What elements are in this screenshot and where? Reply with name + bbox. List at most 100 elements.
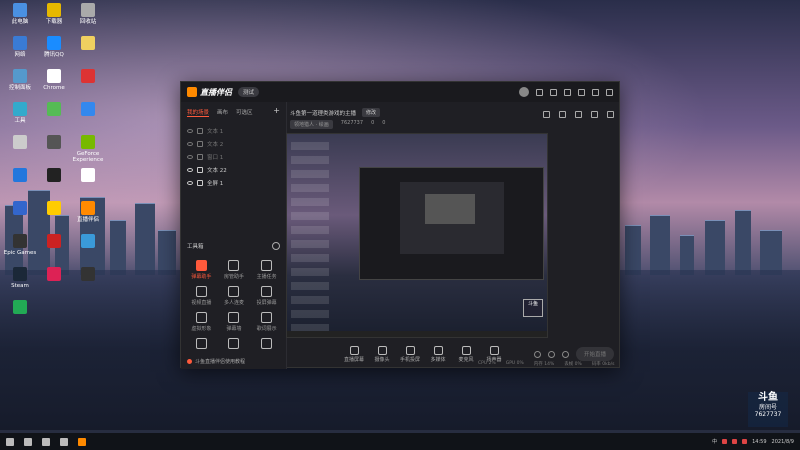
desktop-icon[interactable] <box>2 135 38 151</box>
lock-icon[interactable] <box>197 179 203 186</box>
source-phone[interactable]: 手机投屏 <box>396 345 424 363</box>
tray-icon[interactable] <box>722 439 728 444</box>
desktop-icon[interactable]: 工具 <box>2 102 38 124</box>
scene-item[interactable]: 文本 22 <box>187 163 280 176</box>
settings-icon[interactable] <box>575 111 582 118</box>
desktop-icon[interactable]: 控制面板 <box>2 69 38 91</box>
scene-item[interactable]: 文本 1 <box>187 124 280 137</box>
tool-lyrics[interactable]: 歌词展示 <box>250 312 283 332</box>
desktop-icon[interactable] <box>36 267 72 283</box>
eye-icon[interactable] <box>187 141 193 146</box>
close-icon[interactable] <box>606 88 613 96</box>
record-icon[interactable] <box>533 350 541 358</box>
source-screen[interactable]: 直播屏幕 <box>340 345 368 363</box>
desktop-icon[interactable] <box>36 201 72 217</box>
desktop-icon[interactable] <box>36 234 72 250</box>
tab-my-scenes[interactable]: 我的场景 <box>187 108 210 117</box>
desktop-icon[interactable] <box>70 234 106 250</box>
more-tools-icon[interactable] <box>272 242 280 250</box>
lock-icon[interactable] <box>197 166 203 173</box>
desktop-icon[interactable]: 回收站 <box>70 3 106 25</box>
desktop-icon[interactable]: 下载器 <box>36 3 72 25</box>
desktop-icon[interactable] <box>70 69 106 85</box>
tutorial-link[interactable]: 斗鱼直播伴侣使用教程 <box>187 358 245 365</box>
share-icon[interactable] <box>607 111 614 118</box>
tool-extra-3[interactable] <box>250 338 283 351</box>
desktop-icon[interactable] <box>36 102 72 118</box>
clock-time[interactable]: 14:59 <box>752 439 766 445</box>
gift-icon[interactable] <box>543 111 550 118</box>
message-icon[interactable] <box>536 88 543 96</box>
clock-date[interactable]: 2021/8/9 <box>772 439 794 445</box>
minimize-icon[interactable] <box>578 88 585 96</box>
tray-icon[interactable] <box>742 439 748 444</box>
desktop-icon[interactable] <box>70 168 106 184</box>
tool-cast-danmu[interactable]: 投屏弹幕 <box>250 286 283 306</box>
tool-danmu-wall[interactable]: 弹幕墙 <box>218 312 251 332</box>
windows-start-icon[interactable] <box>6 437 14 446</box>
eye-icon[interactable] <box>187 180 193 185</box>
desktop-icon[interactable] <box>2 201 38 217</box>
start-live-button[interactable]: 开始直播 <box>575 347 614 361</box>
tool-video-live[interactable]: 视频直播 <box>185 286 218 306</box>
menu-icon[interactable] <box>564 88 571 96</box>
tray-icon[interactable] <box>732 439 738 444</box>
stream-preview[interactable]: 斗鱼 <box>286 133 548 338</box>
tool-avatar[interactable]: 虚拟形象 <box>185 312 218 332</box>
tool-multi-mic[interactable]: 多人连麦 <box>218 286 251 306</box>
source-speaker[interactable]: 扬声器 <box>480 345 508 363</box>
taskbar-app-icon[interactable] <box>78 437 86 446</box>
scene-item[interactable]: 窗口 1 <box>187 150 280 163</box>
eye-icon[interactable] <box>187 167 193 172</box>
input-lang[interactable]: 中 <box>712 438 717 445</box>
eye-icon[interactable] <box>187 128 193 133</box>
desktop-icon[interactable]: GeForce Experience <box>70 135 106 163</box>
lock-icon[interactable] <box>197 127 203 134</box>
title-bar[interactable]: 直播伴侣 测试 <box>181 82 619 102</box>
desktop-icon[interactable]: 直播伴侣 <box>70 201 106 223</box>
eye-icon[interactable] <box>547 350 555 358</box>
category-selector[interactable]: 领地猎人 · 绘画 <box>290 120 333 129</box>
desktop-icon[interactable]: 腾讯QQ <box>36 36 72 58</box>
eye-icon[interactable] <box>187 154 193 159</box>
task-view-icon[interactable] <box>42 437 50 446</box>
desktop-icon[interactable] <box>36 168 72 184</box>
search-icon[interactable] <box>24 437 32 446</box>
desktop-icon[interactable] <box>70 267 106 283</box>
tool-extra-1[interactable] <box>185 338 218 351</box>
file-explorer-icon[interactable] <box>60 437 68 446</box>
scene-item[interactable]: 全屏 1 <box>187 176 280 189</box>
source-mic[interactable]: 麦克风 <box>452 345 480 363</box>
source-media[interactable]: 多媒体 <box>424 345 452 363</box>
desktop-icon[interactable]: Chrome <box>36 69 72 91</box>
scene-item[interactable]: 文本 2 <box>187 137 280 150</box>
tab-optional[interactable]: 可选区 <box>236 108 253 117</box>
desktop-icon[interactable] <box>70 102 106 118</box>
tool-room-manager[interactable]: 房管助手 <box>218 260 251 280</box>
version-pill[interactable]: 测试 <box>238 87 260 97</box>
tab-canvas[interactable]: 画布 <box>217 108 228 117</box>
tool-host-tasks[interactable]: 主播任务 <box>250 260 283 280</box>
maximize-icon[interactable] <box>592 88 599 96</box>
tool-extra-2[interactable] <box>218 338 251 351</box>
lock-icon[interactable] <box>197 153 203 160</box>
edit-title-button[interactable]: 修改 <box>362 108 381 117</box>
desktop-icon[interactable] <box>36 135 72 151</box>
source-camera[interactable]: 摄像头 <box>368 345 396 363</box>
bell-icon[interactable] <box>591 111 598 118</box>
skin-icon[interactable] <box>550 88 557 96</box>
add-scene-button[interactable]: + <box>273 107 280 117</box>
lock-icon[interactable] <box>197 140 203 147</box>
lock-icon[interactable] <box>559 111 566 118</box>
desktop-icon[interactable] <box>70 36 106 52</box>
desktop-icon[interactable]: 此电脑 <box>2 3 38 25</box>
desktop-icon[interactable]: Steam <box>2 267 38 289</box>
desktop-icon[interactable] <box>2 168 38 184</box>
user-avatar[interactable] <box>519 87 529 97</box>
desktop-icon[interactable]: 网络 <box>2 36 38 58</box>
app-icon <box>13 102 27 116</box>
gear-icon[interactable] <box>561 350 569 358</box>
tool-danmu-helper[interactable]: 弹幕助手 <box>185 260 218 280</box>
desktop-icon[interactable]: Epic Games <box>2 234 38 256</box>
desktop-icon[interactable] <box>2 300 38 316</box>
